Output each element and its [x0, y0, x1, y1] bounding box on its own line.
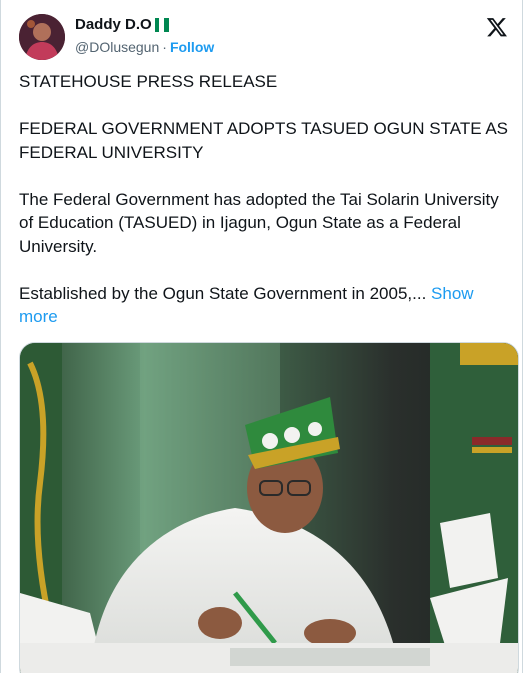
tweet-photo[interactable]	[19, 342, 519, 673]
separator-dot: ·	[162, 39, 167, 55]
nigeria-flag-icon	[154, 18, 169, 32]
author-display-name[interactable]: Daddy D.O	[75, 16, 214, 34]
handle-row: @DOlusegun · Follow	[75, 38, 214, 56]
tweet-paragraph-truncated: Established by the Ogun State Government…	[19, 283, 474, 327]
tweet-text: STATEHOUSE PRESS RELEASE FEDERAL GOVERNM…	[19, 70, 509, 352]
author-handle[interactable]: @DOlusegun	[75, 39, 159, 55]
tweet-paragraph: The Federal Government has adopted the T…	[19, 189, 499, 256]
tweet-header: Daddy D.O @DOlusegun · Follow	[19, 12, 514, 62]
avatar[interactable]	[19, 14, 65, 60]
tweet-card: Daddy D.O @DOlusegun · Follow STATEHOUSE P…	[0, 0, 523, 673]
tweet-paragraph: STATEHOUSE PRESS RELEASE	[19, 72, 278, 91]
photo-illustration	[20, 343, 518, 673]
follow-button[interactable]: Follow	[170, 39, 214, 55]
author-info: Daddy D.O @DOlusegun · Follow	[75, 16, 214, 56]
tweet-paragraph: FEDERAL GOVERNMENT ADOPTS TASUED OGUN ST…	[19, 119, 508, 162]
x-logo-icon[interactable]	[486, 16, 508, 38]
